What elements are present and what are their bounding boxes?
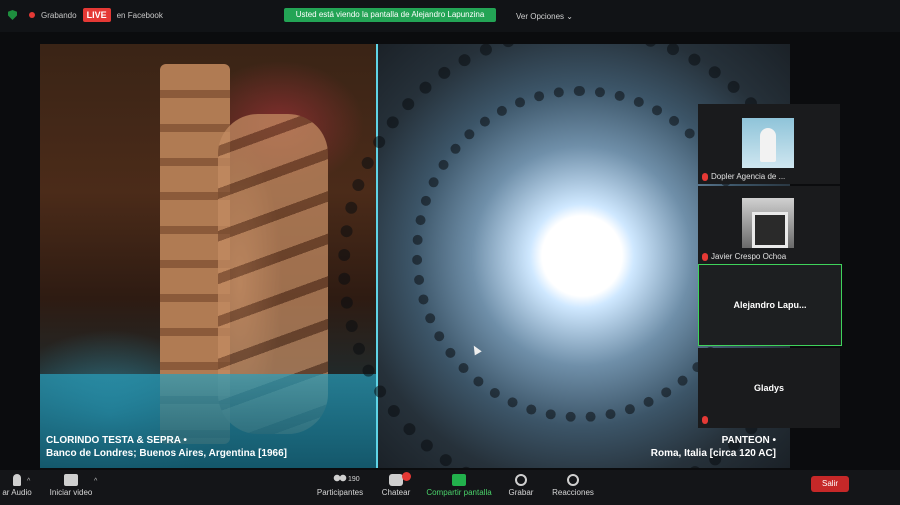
chat-label: Chatear xyxy=(381,488,411,497)
participant-tile[interactable]: Dopler Agencia de ... xyxy=(698,104,840,184)
live-badge[interactable]: LIVE xyxy=(82,8,111,22)
audio-options-chevron-icon[interactable]: ^ xyxy=(27,478,30,485)
mic-muted-icon xyxy=(702,172,708,181)
participant-gallery: Dopler Agencia de ... Javier Crespo Ocho… xyxy=(698,104,842,434)
reactions-label: Reacciones xyxy=(552,488,594,497)
leave-button[interactable]: Salir xyxy=(811,476,849,492)
participant-video xyxy=(742,198,794,248)
left-caption-subtitle: Banco de Londres; Buenos Aires, Argentin… xyxy=(46,448,287,459)
record-icon xyxy=(515,474,527,486)
share-screen-button[interactable]: Compartir pantalla xyxy=(424,474,494,497)
recording-dot-icon xyxy=(29,12,35,18)
left-caption: CLORINDO TESTA & SEPRA • Banco de Londre… xyxy=(46,434,287,460)
participant-name-row: Dopler Agencia de ... xyxy=(702,172,785,181)
reactions-button[interactable]: Reacciones xyxy=(552,474,594,497)
microphone-icon xyxy=(13,474,21,486)
record-button[interactable]: Grabar xyxy=(506,474,536,497)
participants-label: Participantes xyxy=(316,488,364,497)
share-screen-icon xyxy=(452,474,466,486)
video-label: Iniciar video xyxy=(49,488,93,497)
participant-tile-active-speaker[interactable]: Alejandro Lapu... xyxy=(698,264,842,346)
screen-share-banner: Usted está viendo la pantalla de Alejand… xyxy=(284,8,496,22)
participant-tile[interactable]: Gladys xyxy=(698,348,840,428)
participant-name-row: Javier Crespo Ochoa xyxy=(702,252,786,261)
left-caption-title: CLORINDO TESTA & SEPRA • xyxy=(46,435,187,446)
participant-name: Javier Crespo Ochoa xyxy=(711,252,787,261)
mic-muted-icon xyxy=(702,416,708,424)
right-caption-subtitle: Roma, Italia [circa 120 AC] xyxy=(650,448,776,459)
reactions-icon xyxy=(567,474,579,486)
view-options-label: Ver Opciones xyxy=(516,12,565,21)
recording-status: Grabando LIVE en Facebook xyxy=(8,8,163,22)
video-camera-icon xyxy=(64,474,78,486)
video-options-chevron-icon[interactable]: ^ xyxy=(94,478,97,485)
chevron-down-icon: ⌄ xyxy=(566,12,573,21)
participant-name: Gladys xyxy=(753,383,784,393)
live-destination: en Facebook xyxy=(116,10,163,20)
building-interior-image: CLORINDO TESTA & SEPRA • Banco de Londre… xyxy=(40,44,376,468)
shield-icon[interactable] xyxy=(8,10,17,20)
right-caption-title: PANTEON • xyxy=(721,435,776,446)
participants-count: 190 xyxy=(348,476,360,483)
right-caption: PANTEON • Roma, Italia [circa 120 AC] xyxy=(651,434,776,460)
participant-name: Alejandro Lapu... xyxy=(733,300,807,310)
participant-tile[interactable]: Javier Crespo Ochoa xyxy=(698,186,840,264)
audio-label: ar Audio xyxy=(2,488,32,497)
share-label: Compartir pantalla xyxy=(426,488,492,497)
participants-icon xyxy=(333,474,347,486)
chat-icon xyxy=(389,474,403,486)
recording-label: Grabando xyxy=(41,10,77,20)
start-video-button[interactable]: Iniciar video xyxy=(46,474,96,497)
chat-notification-badge xyxy=(402,472,411,481)
mic-muted-icon xyxy=(702,252,708,261)
participant-name: Dopler Agencia de ... xyxy=(711,172,786,181)
view-options-menu[interactable]: Ver Opciones ⌄ xyxy=(516,12,573,21)
shared-screen: CLORINDO TESTA & SEPRA • Banco de Londre… xyxy=(40,44,790,468)
participant-video xyxy=(742,118,794,168)
meeting-topbar: Grabando LIVE en Facebook Usted está vie… xyxy=(0,0,900,32)
record-label: Grabar xyxy=(508,488,534,497)
